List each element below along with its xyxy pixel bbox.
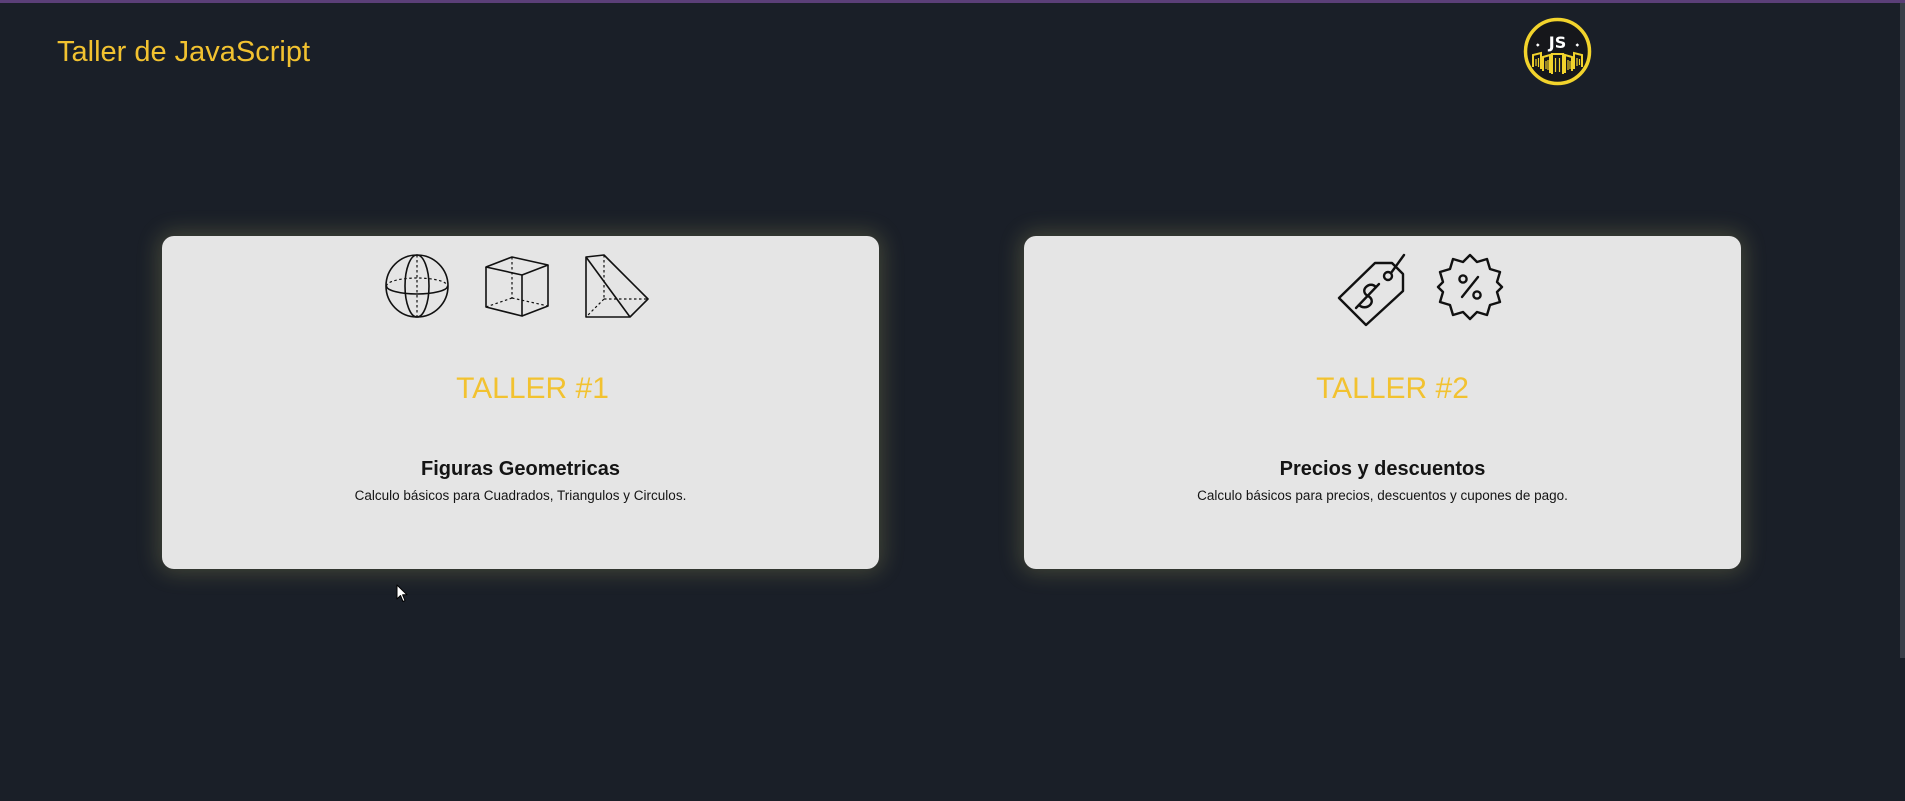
mouse-pointer-icon — [396, 584, 408, 603]
card-description: Calculo básicos para Cuadrados, Triangul… — [354, 488, 687, 503]
cube-icon — [484, 253, 550, 319]
card-subtitle: Precios y descuentos — [1279, 458, 1486, 480]
discount-badge-icon — [1436, 253, 1504, 327]
page-scrollbar[interactable] — [1900, 3, 1905, 658]
workshop-card-1[interactable]: TALLER #1 Figuras Geometricas Calculo bá… — [162, 236, 879, 569]
js-logo-icon: JS — [1523, 17, 1592, 86]
js-logo[interactable]: JS — [1523, 17, 1592, 86]
sphere-icon — [384, 253, 450, 319]
svg-text:JS: JS — [1548, 33, 1566, 52]
card-description: Calculo básicos para precios, descuentos… — [1197, 488, 1568, 503]
card-icons — [1061, 253, 1778, 327]
price-tag-icon — [1336, 253, 1406, 327]
card-heading: TALLER #2 — [1316, 372, 1469, 405]
window-top-strip — [0, 0, 1905, 3]
card-subtitle: Figuras Geometricas — [421, 458, 620, 480]
prism-icon — [584, 253, 650, 319]
site-title[interactable]: Taller de JavaScript — [57, 36, 310, 69]
card-icons — [158, 253, 875, 319]
workshop-card-2[interactable]: TALLER #2 Precios y descuentos Calculo b… — [1024, 236, 1741, 569]
card-heading: TALLER #1 — [456, 372, 609, 405]
